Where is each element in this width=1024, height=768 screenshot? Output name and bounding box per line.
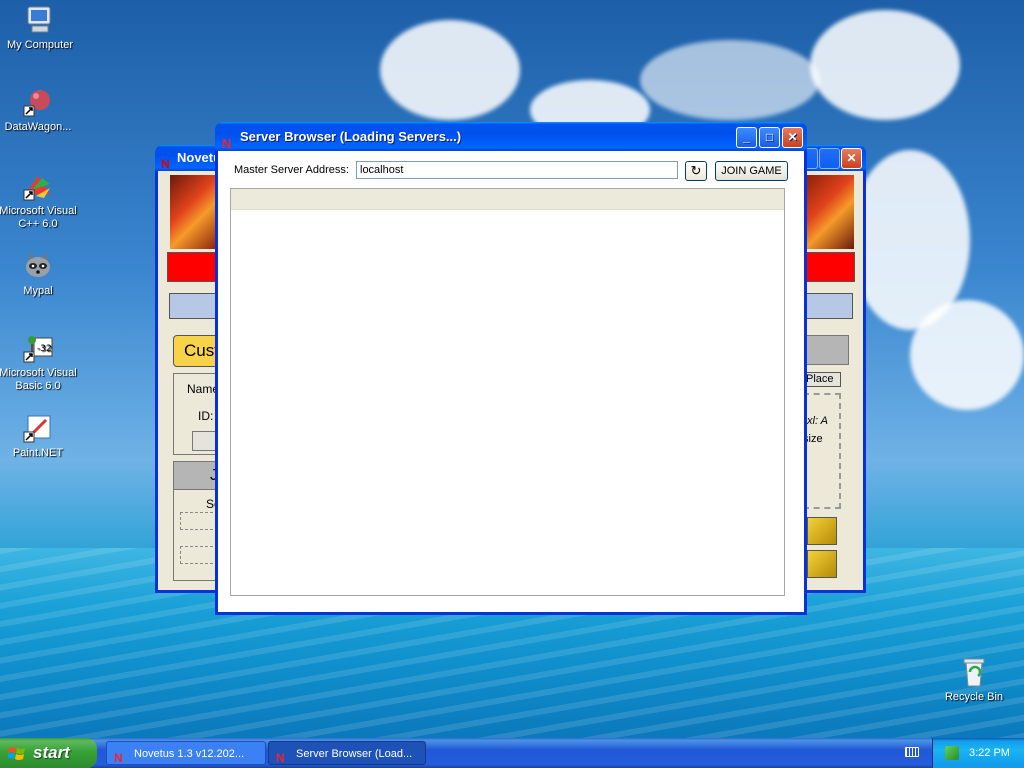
novetus-gold-button-1[interactable] — [807, 517, 837, 545]
desktop-icon-label: Mypal — [23, 285, 53, 297]
recycle-bin-icon — [958, 656, 990, 688]
windows-logo-icon — [8, 747, 25, 760]
close-button[interactable]: ✕ — [782, 127, 803, 148]
desktop-icon-paint-net[interactable]: Paint.NET — [0, 412, 78, 460]
novetus-blue-bar-right — [803, 293, 853, 319]
desktop-icon-label: Microsoft Visual C++ 6.0 — [0, 205, 77, 230]
desktop-icon-label: Recycle Bin — [944, 691, 1004, 703]
raccoon-icon — [22, 250, 54, 282]
xl-text: xl: A — [807, 415, 828, 427]
novetus-dashed-panel-right: xl: A size — [803, 393, 841, 509]
cloud — [910, 300, 1024, 410]
server-list[interactable] — [230, 188, 785, 596]
novetus-red-bar-right — [803, 252, 855, 282]
server-list-header — [231, 189, 784, 210]
svg-text:-32: -32 — [37, 344, 52, 354]
maximize-button[interactable]: □ — [759, 127, 780, 148]
dashed-field-1[interactable] — [180, 512, 218, 530]
desktop-icon-label: Microsoft Visual Basic 6.0 — [0, 367, 77, 392]
id-label: ID: — [198, 409, 214, 423]
taskbar-item-label: Server Browser (Load... — [296, 748, 413, 760]
novetus-logo-icon: N — [114, 751, 123, 765]
desktop-icon-label: Paint.NET — [12, 447, 64, 459]
refresh-button[interactable]: ↻ — [685, 161, 707, 181]
novetus-join-panel: J Se — [173, 461, 221, 581]
cloud — [810, 10, 960, 120]
cloud — [380, 20, 520, 120]
refresh-icon: ↻ — [690, 163, 702, 178]
novetus-maximize-button[interactable] — [819, 148, 840, 169]
server-browser-content: Master Server Address: ↻ JOIN GAME — [218, 151, 804, 612]
taskbar-item-label: Novetus 1.3 v12.202... — [134, 748, 245, 760]
novetus-blue-bar-left — [169, 293, 217, 319]
novetus-info-panel: Name ID: — [173, 373, 219, 455]
clock[interactable]: 3:22 PM — [969, 738, 1010, 768]
window-title: Server Browser (Loading Servers...) — [240, 129, 462, 144]
master-server-address-label: Master Server Address: — [234, 164, 349, 176]
desktop-icon-visual-basic[interactable]: -32 Microsoft Visual Basic 6.0 — [0, 332, 78, 393]
taskbar: start N Novetus 1.3 v12.202... N Server … — [0, 738, 1024, 768]
novetus-banner-left — [170, 175, 218, 249]
desktop-icon-visual-cpp[interactable]: Microsoft Visual C++ 6.0 — [0, 170, 78, 231]
novetus-logo-icon: N — [161, 157, 170, 171]
desktop-icon-my-computer[interactable]: My Computer — [0, 4, 80, 52]
taskbar-item-server-browser[interactable]: N Server Browser (Load... — [268, 741, 426, 765]
desktop-icon-mypal[interactable]: Mypal — [0, 250, 78, 298]
keyboard-icon[interactable] — [905, 747, 919, 757]
shortcut-icon — [22, 86, 54, 118]
novetus-banner-right — [804, 175, 854, 249]
master-server-address-input[interactable] — [356, 161, 678, 179]
paint-icon — [22, 412, 54, 444]
novetus-close-button[interactable]: ✕ — [841, 148, 862, 169]
computer-icon — [24, 4, 56, 36]
dashed-field-2[interactable] — [180, 546, 218, 564]
desktop-icon-datawagon[interactable]: DataWagon... — [0, 86, 78, 134]
system-tray: 3:22 PM — [932, 738, 1024, 768]
visual-basic-icon: -32 — [22, 332, 54, 364]
taskbar-item-novetus[interactable]: N Novetus 1.3 v12.202... — [106, 741, 266, 765]
novetus-red-bar-left — [167, 252, 217, 282]
novetus-logo-icon: N — [276, 751, 285, 765]
minimize-button[interactable]: _ — [736, 127, 757, 148]
novetus-right-gray-header — [803, 335, 849, 365]
desktop-icon-label: DataWagon... — [4, 121, 72, 133]
place-button[interactable]: Place — [803, 372, 841, 387]
desktop-icon-label: My Computer — [6, 39, 74, 51]
join-header-partial: J — [174, 462, 218, 490]
start-button[interactable]: start — [0, 738, 97, 768]
desktop-icon-recycle-bin[interactable]: Recycle Bin — [934, 656, 1014, 704]
novetus-custom-tab[interactable]: Cust — [173, 335, 219, 367]
server-browser-window[interactable]: N Server Browser (Loading Servers...) _ … — [215, 122, 807, 615]
novetus-gold-button-2[interactable] — [807, 550, 837, 578]
cloud — [640, 40, 820, 120]
start-label: start — [33, 743, 70, 762]
server-browser-title-bar[interactable]: N Server Browser (Loading Servers...) _ … — [215, 122, 807, 151]
network-icon[interactable] — [945, 746, 959, 760]
join-game-button[interactable]: JOIN GAME — [715, 161, 788, 181]
visual-cpp-icon — [22, 170, 54, 202]
